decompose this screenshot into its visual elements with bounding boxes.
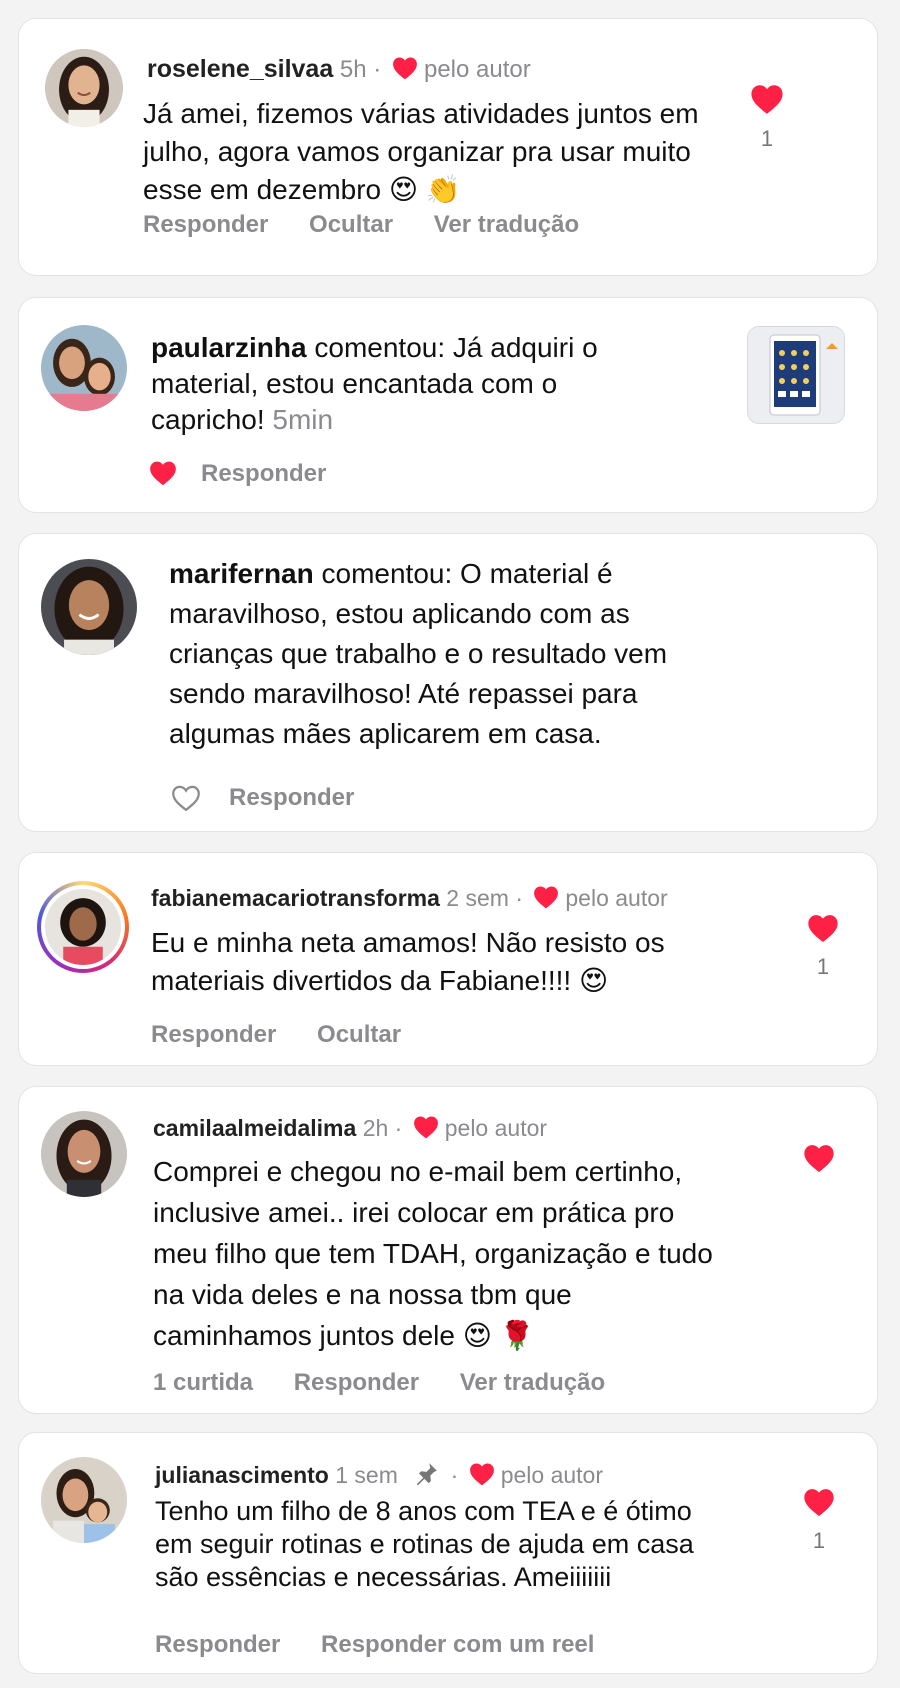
comment-text: marifernan comentou: O material é maravi… (169, 554, 729, 754)
heart-icon (533, 885, 559, 909)
heart-icon (469, 1462, 495, 1486)
likes-count-button[interactable]: 1 curtida (153, 1369, 253, 1396)
username[interactable]: marifernan (169, 558, 314, 589)
comment-actions: Responder Ocultar (151, 1021, 435, 1049)
heart-icon (750, 83, 784, 115)
comment-card: julianascimento 1 sem · pelo autor Tenho… (18, 1432, 878, 1674)
avatar[interactable] (41, 559, 137, 655)
author-label: pelo autor (423, 56, 531, 83)
reply-with-reel-button[interactable]: Responder com um reel (321, 1631, 594, 1658)
comment-time: 2 sem (446, 885, 509, 911)
heart-icon (803, 1487, 835, 1517)
username[interactable]: fabianemacariotransforma (151, 885, 440, 911)
comment-verb: comentou: (314, 332, 446, 363)
username[interactable]: julianascimento (155, 1462, 329, 1488)
heart-icon (392, 56, 418, 80)
like-count: 1 (812, 1528, 826, 1553)
username[interactable]: roselene_silvaa (147, 55, 333, 83)
author-label: pelo autor (444, 1115, 548, 1141)
hide-button[interactable]: Ocultar (317, 1021, 401, 1048)
comment-time: 5h (339, 56, 367, 83)
comment-actions: 1 curtida Responder Ver tradução (153, 1369, 639, 1397)
author-label: pelo autor (500, 1462, 604, 1488)
username[interactable]: paularzinha (151, 332, 307, 363)
avatar (45, 889, 121, 965)
comment-text: paularzinha comentou: Já adquiri o mater… (151, 330, 671, 438)
avatar[interactable] (45, 49, 123, 127)
comment-text: Comprei e chegou no e-mail bem certinho,… (153, 1156, 713, 1351)
username[interactable]: camilaalmeidalima (153, 1115, 356, 1141)
separator: · (450, 1462, 459, 1488)
reply-button[interactable]: Responder (201, 460, 326, 487)
comment-time: 1 sem (335, 1462, 398, 1488)
comment-time: 2h (362, 1115, 389, 1141)
comment-time: 5min (272, 404, 334, 435)
comment-actions: Responder (201, 460, 360, 488)
heart-icon (803, 1143, 835, 1173)
translate-button[interactable]: Ver tradução (460, 1369, 605, 1396)
comment-actions: Responder (229, 784, 388, 812)
comment-card: camilaalmeidalima 2h · pelo autor Compre… (18, 1086, 878, 1414)
avatar[interactable] (41, 1111, 127, 1197)
heart-icon (413, 1115, 439, 1139)
like-button[interactable] (795, 1143, 843, 1178)
heart-outline-icon[interactable] (171, 784, 201, 812)
hide-button[interactable]: Ocultar (309, 211, 393, 238)
separator: · (515, 885, 523, 911)
separator: · (373, 56, 382, 83)
avatar[interactable] (41, 1457, 127, 1543)
comment-meta: julianascimento 1 sem · pelo autor (155, 1461, 603, 1489)
like-button[interactable]: 1 (795, 1487, 843, 1554)
comment-card: fabianemacariotransforma 2 sem · pelo au… (18, 852, 878, 1066)
reply-button[interactable]: Responder (294, 1369, 419, 1396)
comment-meta: roselene_silvaa 5h · pelo autor (147, 55, 531, 84)
reply-button[interactable]: Responder (155, 1631, 280, 1658)
comment-text: Eu e minha neta amamos! Não resisto os m… (151, 927, 665, 996)
comment-card: roselene_silvaa 5h · pelo autor Já amei,… (18, 18, 878, 276)
author-label: pelo autor (565, 885, 668, 911)
like-button[interactable]: 1 (799, 913, 847, 980)
avatar[interactable] (41, 325, 127, 411)
comment-actions: Responder Ocultar Ver tradução (143, 211, 613, 239)
story-ring[interactable] (37, 881, 129, 973)
like-count: 1 (760, 126, 774, 151)
reply-button[interactable]: Responder (143, 211, 268, 238)
reply-button[interactable]: Responder (229, 784, 354, 811)
translate-button[interactable]: Ver tradução (434, 211, 579, 238)
separator: · (394, 1115, 403, 1141)
comment-meta: fabianemacariotransforma 2 sem · pelo au… (151, 885, 668, 912)
comment-actions: Responder Responder com um reel (155, 1631, 628, 1659)
comment-card: paularzinha comentou: Já adquiri o mater… (18, 297, 878, 513)
comment-text: Já amei, fizemos várias atividades junto… (143, 98, 699, 205)
heart-icon (807, 913, 839, 943)
post-thumbnail[interactable] (747, 326, 845, 424)
comment-meta: camilaalmeidalima 2h · pelo autor (153, 1115, 547, 1142)
like-count: 1 (816, 954, 830, 979)
heart-icon[interactable] (149, 460, 177, 486)
comment-text: Tenho um filho de 8 anos com TEA e é óti… (155, 1496, 694, 1592)
pin-icon (417, 1463, 438, 1486)
comment-card: marifernan comentou: O material é maravi… (18, 533, 878, 832)
like-button[interactable]: 1 (741, 83, 793, 152)
reply-button[interactable]: Responder (151, 1021, 276, 1048)
comment-verb: comentou: (321, 558, 453, 589)
